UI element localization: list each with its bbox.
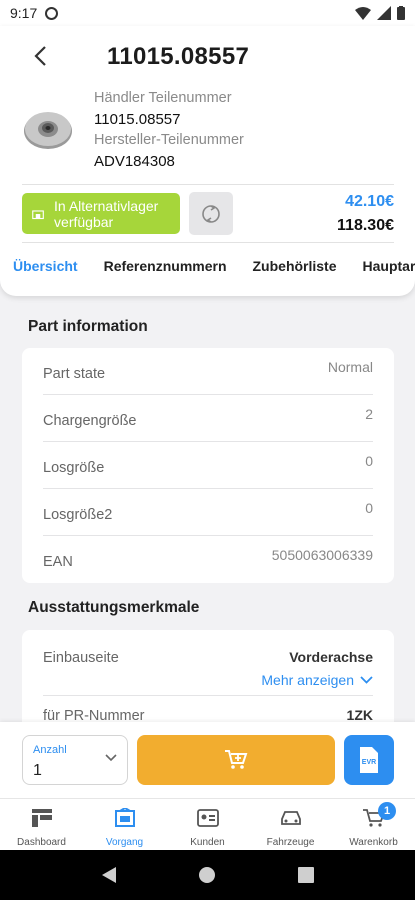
refresh-stock-button[interactable] bbox=[189, 192, 233, 235]
nav-vorgang[interactable]: Vorgang bbox=[83, 799, 166, 850]
info-row: Losgröße2 0 bbox=[43, 489, 373, 536]
info-value: 2 bbox=[365, 406, 373, 422]
divider bbox=[22, 184, 394, 185]
tab-reference-numbers[interactable]: Referenznummern bbox=[91, 258, 227, 284]
part-meta: Händler Teilenummer 11015.08557 Herstell… bbox=[94, 88, 244, 172]
customer-card-icon bbox=[195, 807, 221, 829]
brake-disc-image bbox=[24, 112, 72, 149]
part-header: 11015.08557 Händler Teilenummer 11015.08… bbox=[0, 26, 415, 296]
info-label: Part state bbox=[43, 366, 106, 382]
quantity-label: Anzahl bbox=[33, 744, 67, 756]
info-label: Losgröße bbox=[43, 460, 105, 476]
cart-count-badge: 1 bbox=[378, 802, 396, 820]
wifi-icon bbox=[355, 6, 371, 20]
sync-icon bbox=[202, 204, 220, 223]
info-value: 0 bbox=[365, 500, 373, 516]
status-bar: 9:17 bbox=[0, 0, 415, 26]
nav-label: Fahrzeuge bbox=[266, 837, 315, 848]
cart-icon bbox=[225, 750, 248, 769]
stock-status-text: In Alternativlager verfügbar bbox=[54, 197, 159, 230]
info-value: Normal bbox=[327, 359, 373, 375]
show-more-link[interactable]: Mehr anzeigen bbox=[261, 672, 373, 688]
process-icon bbox=[112, 807, 138, 829]
nav-warenkorb[interactable]: 1 Warenkorb bbox=[332, 799, 415, 850]
tab-overview[interactable]: Übersicht bbox=[0, 258, 78, 284]
part-info-card: Part state Normal Chargengröße 2 Losgröß… bbox=[22, 348, 394, 583]
manufacturer-part-label: Hersteller-Teilenummer bbox=[94, 132, 244, 148]
chevron-down-icon bbox=[105, 754, 117, 762]
price-gross: 118.30€ bbox=[337, 217, 394, 234]
page-title: 11015.08557 bbox=[107, 43, 250, 70]
info-row: EAN 5050063006339 bbox=[43, 536, 373, 583]
evr-label: EVR bbox=[362, 759, 376, 766]
bottom-nav: Dashboard Vorgang Kunden Fahrzeuge 1 War… bbox=[0, 798, 415, 850]
dashboard-icon bbox=[29, 807, 55, 829]
action-bar: Anzahl 1 EVR bbox=[0, 722, 415, 798]
system-back-icon[interactable] bbox=[101, 866, 117, 884]
feature-label: Einbauseite bbox=[43, 650, 119, 666]
back-button[interactable] bbox=[26, 42, 54, 70]
manufacturer-part-number: ADV184308 bbox=[94, 153, 175, 170]
back-arrow-icon bbox=[34, 46, 46, 66]
tab-bar: Übersicht Referenznummern Zubehörliste H… bbox=[0, 258, 415, 284]
warehouse-icon bbox=[32, 209, 44, 219]
info-value: 5050063006339 bbox=[271, 547, 373, 563]
status-icons bbox=[355, 6, 405, 20]
stock-status-badge[interactable]: In Alternativlager verfügbar bbox=[22, 193, 180, 234]
quantity-select[interactable]: Anzahl 1 bbox=[22, 735, 128, 785]
part-info-title: Part information bbox=[28, 318, 148, 335]
features-title: Ausstattungsmerkmale bbox=[28, 599, 200, 616]
quantity-value: 1 bbox=[33, 762, 42, 779]
signal-icon bbox=[377, 6, 391, 20]
info-row: Losgröße 0 bbox=[43, 442, 373, 489]
battery-icon bbox=[397, 6, 405, 20]
info-value: 0 bbox=[365, 453, 373, 469]
chevron-down-icon bbox=[360, 676, 373, 684]
system-recents-icon[interactable] bbox=[298, 867, 315, 883]
status-time: 9:17 bbox=[10, 5, 38, 21]
nav-label: Dashboard bbox=[17, 837, 66, 848]
evr-document-icon: EVR bbox=[360, 747, 378, 773]
feature-value: Vorderachse bbox=[289, 649, 373, 665]
system-nav-bar bbox=[0, 850, 415, 900]
tab-main-article[interactable]: Hauptartikel bbox=[350, 258, 415, 284]
system-home-icon[interactable] bbox=[198, 866, 216, 884]
info-label: Losgröße2 bbox=[43, 507, 113, 523]
feature-row: Einbauseite Vorderachse Mehr anzeigen bbox=[43, 630, 373, 696]
nav-kunden[interactable]: Kunden bbox=[166, 799, 249, 850]
notification-icon bbox=[45, 6, 59, 20]
add-to-cart-button[interactable] bbox=[137, 735, 335, 785]
nav-dashboard[interactable]: Dashboard bbox=[0, 799, 83, 850]
info-row: Chargengröße 2 bbox=[43, 395, 373, 442]
dealer-part-label: Händler Teilenummer bbox=[94, 90, 232, 106]
info-row: Part state Normal bbox=[43, 348, 373, 395]
nav-label: Warenkorb bbox=[349, 837, 398, 848]
price-net: 42.10€ bbox=[345, 193, 394, 210]
car-icon bbox=[278, 807, 304, 829]
nav-fahrzeuge[interactable]: Fahrzeuge bbox=[249, 799, 332, 850]
evr-button[interactable]: EVR bbox=[344, 735, 394, 785]
nav-label: Kunden bbox=[190, 837, 225, 848]
dealer-part-number: 11015.08557 bbox=[94, 111, 181, 128]
feature-value: 1ZK bbox=[346, 707, 373, 723]
info-label: EAN bbox=[43, 554, 73, 570]
show-more-label: Mehr anzeigen bbox=[261, 672, 354, 688]
tab-accessories[interactable]: Zubehörliste bbox=[240, 258, 337, 284]
info-label: Chargengröße bbox=[43, 413, 137, 429]
divider bbox=[22, 242, 394, 243]
nav-label: Vorgang bbox=[105, 837, 144, 848]
